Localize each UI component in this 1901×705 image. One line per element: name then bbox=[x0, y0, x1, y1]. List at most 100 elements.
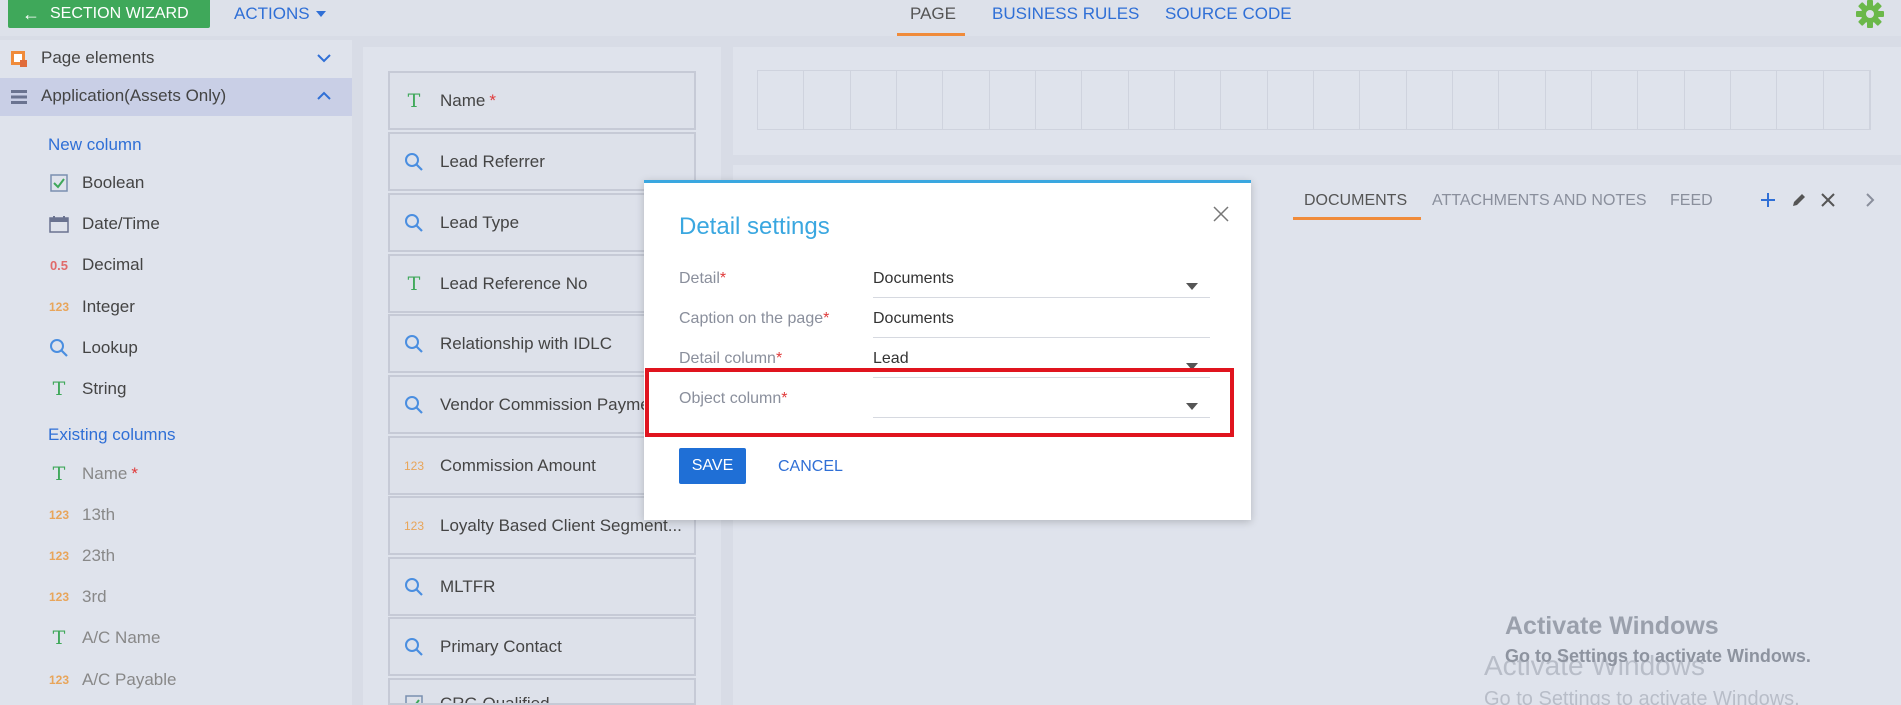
required-mark: * bbox=[131, 464, 138, 483]
highlight-box bbox=[645, 368, 1234, 437]
search-icon bbox=[402, 332, 426, 356]
list-icon bbox=[11, 90, 27, 104]
gear-icon[interactable] bbox=[1853, 0, 1887, 30]
arrow-left-icon: ← bbox=[22, 3, 40, 24]
integer-icon: 123 bbox=[48, 300, 70, 314]
tab-source-code[interactable]: SOURCE CODE bbox=[1165, 4, 1292, 24]
caption-input[interactable]: Documents bbox=[873, 310, 1210, 338]
chevron-right-icon[interactable] bbox=[1861, 191, 1879, 209]
text-icon: T bbox=[407, 89, 421, 112]
new-column-lookup[interactable]: Lookup bbox=[48, 335, 338, 361]
group-label: Page elements bbox=[41, 48, 155, 67]
column-label: 13th bbox=[82, 505, 116, 524]
field-card-mltfr[interactable]: MLTFR bbox=[388, 557, 696, 616]
select-value: Lead bbox=[873, 350, 909, 367]
tab-documents[interactable]: DOCUMENTS bbox=[1304, 192, 1407, 210]
cancel-button[interactable]: CANCEL bbox=[778, 458, 843, 476]
close-icon[interactable] bbox=[1212, 205, 1230, 223]
column-label: Lookup bbox=[82, 338, 138, 357]
caption-row: Caption on the page* Documents bbox=[679, 305, 1215, 338]
column-label: 3rd bbox=[82, 587, 107, 606]
field-label: Vendor Commission Payment bbox=[440, 394, 664, 414]
search-icon bbox=[402, 575, 426, 599]
new-column-datetime[interactable]: Date/Time bbox=[48, 211, 338, 237]
watermark-subtitle-shadow: Go to Settings to activate Windows. bbox=[1484, 688, 1800, 705]
chevron-up-icon[interactable] bbox=[316, 88, 332, 104]
column-label: Integer bbox=[82, 297, 135, 316]
detail-select[interactable]: Documents bbox=[873, 270, 1210, 298]
calendar-icon bbox=[48, 215, 70, 233]
add-icon[interactable] bbox=[1759, 191, 1777, 209]
field-label: Detail column* bbox=[679, 350, 783, 367]
text-icon: T bbox=[52, 463, 66, 485]
column-label: Date/Time bbox=[82, 214, 160, 233]
dropdown-arrow-icon[interactable] bbox=[1186, 283, 1198, 290]
save-button[interactable]: SAVE bbox=[679, 448, 746, 484]
text-icon: T bbox=[52, 627, 66, 649]
decimal-icon: 0.5 bbox=[49, 257, 69, 273]
caret-down-icon bbox=[315, 11, 326, 17]
column-label: Name bbox=[82, 464, 128, 483]
required-mark: * bbox=[489, 90, 496, 110]
new-column-string[interactable]: T String bbox=[48, 376, 338, 402]
field-label: Detail* bbox=[679, 270, 727, 287]
field-label: Primary Contact bbox=[440, 636, 562, 656]
existing-columns-title: Existing columns bbox=[48, 425, 176, 444]
chevron-down-icon[interactable] bbox=[316, 50, 332, 66]
field-label: Commission Amount bbox=[440, 455, 596, 475]
dialog-title: Detail settings bbox=[679, 213, 830, 240]
column-label: 23th bbox=[82, 546, 116, 565]
field-label: CRG Qualified bbox=[440, 694, 550, 705]
field-label: Lead Referrer bbox=[440, 151, 545, 171]
field-label: Name bbox=[440, 90, 486, 110]
search-icon bbox=[402, 393, 426, 417]
close-icon[interactable] bbox=[1819, 191, 1837, 209]
field-card-crg-qualified[interactable]: CRG Qualified bbox=[388, 678, 696, 705]
page-elements-icon bbox=[11, 51, 27, 67]
existing-column-3rd[interactable]: 123 3rd bbox=[48, 584, 338, 610]
column-label: Boolean bbox=[82, 173, 145, 192]
detail-row: Detail* Documents bbox=[679, 265, 1215, 298]
new-column-boolean[interactable]: Boolean bbox=[48, 170, 338, 196]
integer-icon: 123 bbox=[48, 549, 70, 563]
watermark-subtitle: Go to Settings to activate Windows. bbox=[1505, 646, 1811, 666]
tab-business-rules[interactable]: BUSINESS RULES bbox=[992, 4, 1139, 24]
integer-icon: 123 bbox=[48, 673, 70, 687]
checkbox-icon bbox=[48, 174, 70, 192]
field-card-name[interactable]: T Name * bbox=[388, 71, 696, 130]
existing-column-13th[interactable]: 123 13th bbox=[48, 502, 338, 528]
field-card-primary-contact[interactable]: Primary Contact bbox=[388, 617, 696, 676]
group-application[interactable]: Application(Assets Only) bbox=[0, 78, 352, 116]
field-label: Caption on the page* bbox=[679, 310, 830, 327]
new-column-decimal[interactable]: 0.5 Decimal bbox=[48, 252, 338, 278]
field-label: MLTFR bbox=[440, 576, 496, 596]
group-page-elements[interactable]: Page elements bbox=[0, 40, 352, 78]
watermark-title: Activate Windows bbox=[1505, 612, 1719, 640]
existing-column-23th[interactable]: 123 23th bbox=[48, 543, 338, 569]
section-wizard-button[interactable]: ← SECTION WIZARD bbox=[8, 0, 210, 28]
column-label: A/C Name bbox=[82, 628, 161, 647]
field-label: Lead Reference No bbox=[440, 273, 588, 293]
text-icon: T bbox=[52, 378, 66, 400]
search-icon bbox=[402, 635, 426, 659]
column-label: A/C Payable bbox=[82, 670, 177, 689]
existing-column-ac-payable[interactable]: 123 A/C Payable bbox=[48, 667, 338, 693]
new-column-title: New column bbox=[48, 135, 142, 154]
integer-icon: 123 bbox=[48, 590, 70, 604]
edit-icon[interactable] bbox=[1790, 191, 1808, 209]
new-column-integer[interactable]: 123 Integer bbox=[48, 294, 338, 320]
tab-attachments-notes[interactable]: ATTACHMENTS AND NOTES bbox=[1432, 192, 1647, 210]
integer-icon: 123 bbox=[403, 458, 425, 473]
search-icon bbox=[402, 211, 426, 235]
active-detail-tab-indicator bbox=[1293, 217, 1421, 220]
layout-grid[interactable] bbox=[757, 70, 1871, 130]
actions-menu-button[interactable]: ACTIONS bbox=[234, 4, 326, 24]
column-label: Decimal bbox=[82, 255, 144, 274]
group-label: Application(Assets Only) bbox=[41, 86, 227, 105]
text-icon: T bbox=[407, 272, 421, 295]
existing-column-ac-name[interactable]: T A/C Name bbox=[48, 625, 338, 651]
tab-page[interactable]: PAGE bbox=[910, 4, 956, 24]
existing-column-name[interactable]: T Name * bbox=[48, 461, 338, 487]
section-wizard-label: SECTION WIZARD bbox=[50, 5, 189, 22]
tab-feed[interactable]: FEED bbox=[1670, 192, 1713, 210]
